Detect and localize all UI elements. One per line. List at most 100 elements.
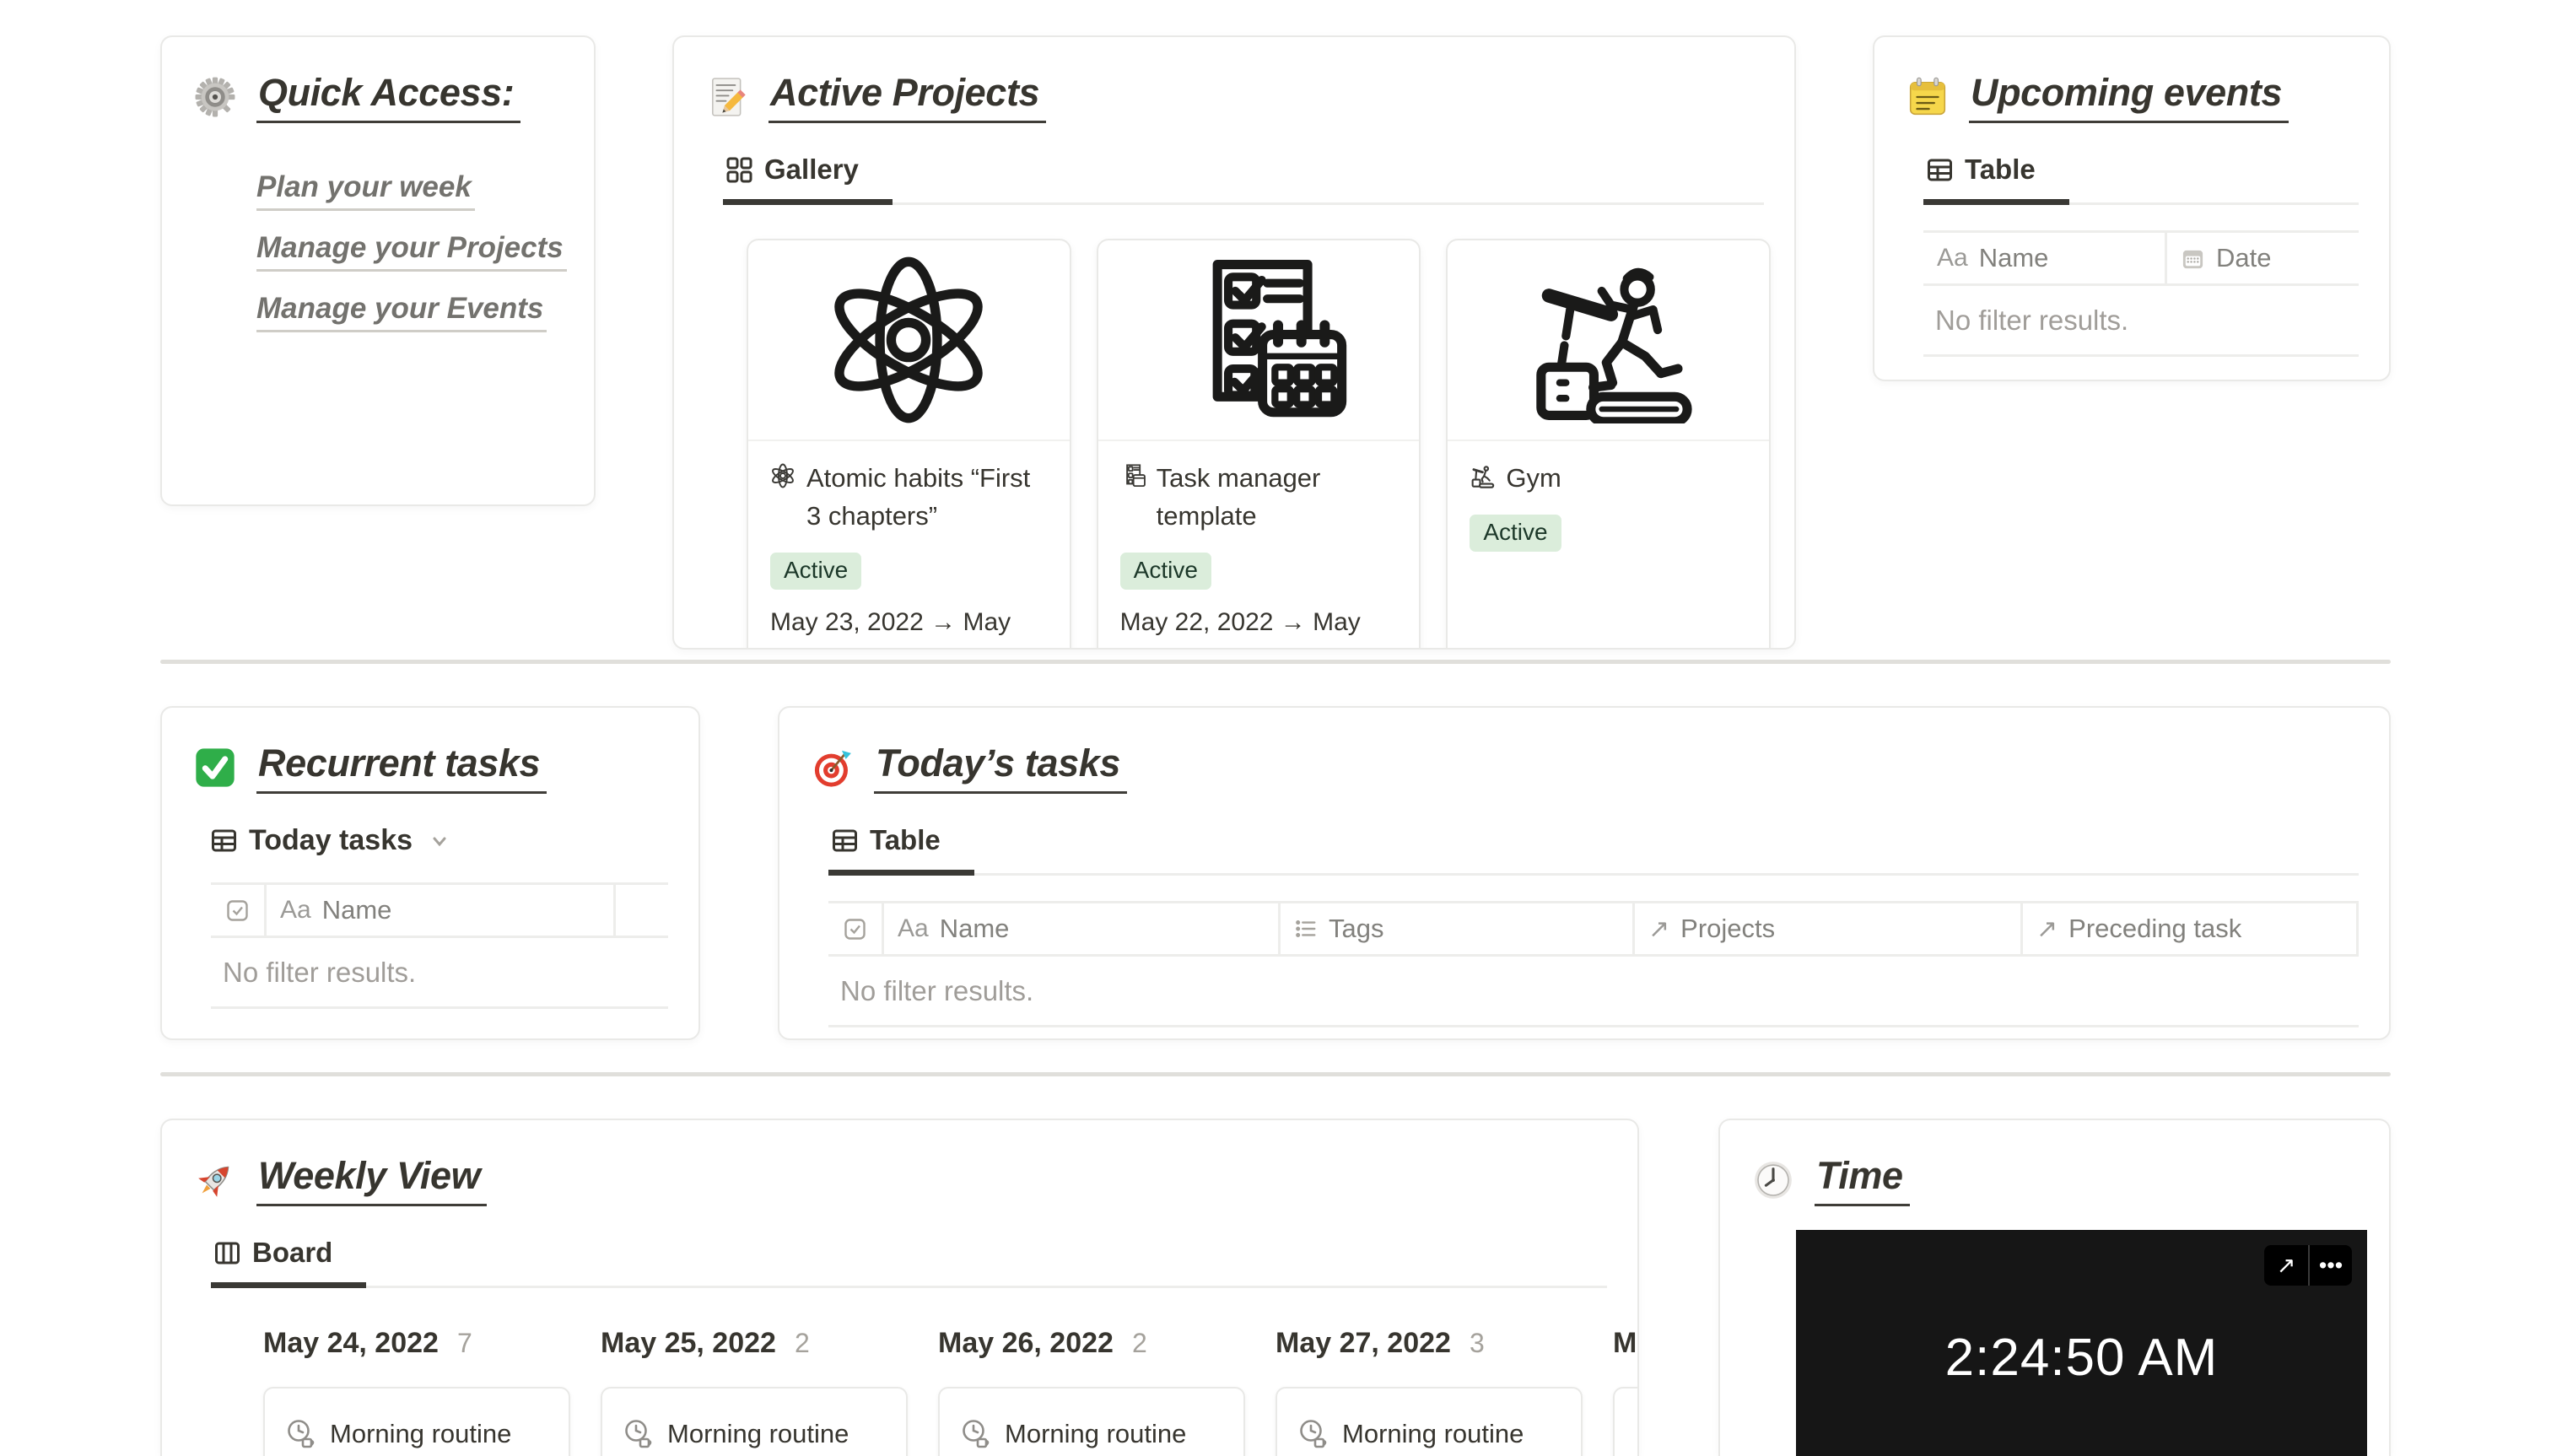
board-task-title: Morning routine bbox=[330, 1419, 512, 1448]
atom-icon bbox=[772, 463, 794, 488]
column-header-label: Date bbox=[2215, 243, 2272, 272]
tab-gallery[interactable]: Gallery bbox=[723, 154, 893, 205]
empty-results-row: No filter results. bbox=[828, 957, 2359, 1027]
quick-access-header: Quick Access: bbox=[162, 37, 594, 123]
recurrent-tasks-title: Recurrent tasks bbox=[256, 741, 547, 794]
board-task-card[interactable]: Morning routine bbox=[263, 1387, 570, 1456]
view-selector-today-tasks[interactable]: Today tasks bbox=[211, 824, 698, 857]
more-options-button[interactable]: ••• bbox=[2308, 1245, 2352, 1286]
tab-table[interactable]: Table bbox=[828, 824, 974, 876]
link-manage-your-events[interactable]: Manage your Events bbox=[256, 292, 547, 332]
text-property-icon: Aa bbox=[898, 914, 929, 942]
board-task-card[interactable]: Morning routine bbox=[1276, 1387, 1583, 1456]
time-title: Time bbox=[1815, 1154, 1910, 1206]
column-header-label: Name bbox=[321, 895, 392, 925]
board-column-header[interactable]: May 24, 2022 7 bbox=[263, 1327, 570, 1360]
task-calendar-icon bbox=[1125, 464, 1146, 488]
active-projects-title: Active Projects bbox=[769, 71, 1047, 123]
tab-table[interactable]: Table bbox=[1923, 154, 2069, 205]
board-column-date: May 25, 2022 bbox=[601, 1327, 776, 1359]
clock-coffee-icon bbox=[288, 1420, 315, 1448]
weekly-view-header: Weekly View bbox=[162, 1120, 1637, 1206]
treadmill-illustration bbox=[1535, 267, 1692, 423]
column-header-name[interactable]: Aa Name bbox=[1923, 233, 2167, 283]
board-column-header[interactable]: May 27, 2022 3 bbox=[1276, 1327, 1583, 1360]
column-header-label: Name bbox=[1978, 243, 2049, 272]
column-header-name[interactable]: Aa Name bbox=[267, 885, 616, 936]
tab-board[interactable]: Board bbox=[211, 1237, 367, 1288]
project-card-title: Task manager template bbox=[1156, 463, 1321, 531]
video-controls: ↗ ••• bbox=[2264, 1245, 2352, 1286]
upcoming-events-section: Upcoming events Table Aa Name Date No fi… bbox=[1873, 35, 2391, 381]
column-header-preceding-task[interactable]: ↗ Preceding task bbox=[2023, 903, 2359, 954]
link-plan-your-week[interactable]: Plan your week bbox=[256, 170, 475, 211]
board-column-header[interactable]: May 26, 2022 2 bbox=[938, 1327, 1245, 1360]
tab-board-label: Board bbox=[252, 1237, 333, 1268]
board-column-count: 3 bbox=[1469, 1328, 1485, 1358]
clock-coffee-icon bbox=[1300, 1420, 1327, 1448]
tab-gallery-label: Gallery bbox=[764, 154, 859, 185]
green-check-icon bbox=[196, 748, 235, 787]
table-header-row: Aa Name bbox=[211, 882, 668, 938]
board-column-header[interactable]: May 25, 2022 2 bbox=[601, 1327, 908, 1360]
weekly-view-section: Weekly View Board May 24, 2022 7 Morning… bbox=[160, 1119, 1639, 1456]
link-manage-your-projects[interactable]: Manage your Projects bbox=[256, 231, 567, 272]
todays-tasks-title: Today’s tasks bbox=[874, 741, 1127, 794]
clock-coffee-icon bbox=[963, 1420, 990, 1448]
project-card-title-row: Task manager template bbox=[1120, 460, 1398, 536]
recurrent-tasks-table: Aa Name No filter results. COUNT 0 bbox=[211, 882, 668, 1038]
board-task-card[interactable]: Morning routine bbox=[601, 1387, 908, 1456]
status-badge: Active bbox=[770, 552, 862, 590]
column-header-add[interactable] bbox=[616, 885, 668, 936]
project-card-dates: May 23, 2022 → May 26, 2022 bbox=[770, 607, 1011, 648]
todays-tasks-section: Today’s tasks Table Aa Name Tags ↗ Proje… bbox=[778, 706, 2391, 1040]
board-column-header[interactable]: May 28, 2022 bbox=[1613, 1327, 1637, 1360]
middle-row: Recurrent tasks Today tasks Aa Name No f… bbox=[160, 706, 2391, 1040]
column-header-checkbox[interactable] bbox=[211, 885, 267, 936]
column-header-projects[interactable]: ↗ Projects bbox=[1635, 903, 2023, 954]
upcoming-events-header: Upcoming events bbox=[1874, 37, 2389, 123]
active-projects-section: Active Projects Gallery Atomic habits “F… bbox=[672, 35, 1796, 650]
clock-icon bbox=[1755, 1162, 1792, 1199]
board-task-card[interactable]: Morning routine bbox=[1613, 1387, 1637, 1456]
atom-illustration bbox=[834, 256, 984, 423]
column-header-label: Preceding task bbox=[2068, 914, 2242, 943]
column-header-checkbox[interactable] bbox=[828, 903, 884, 954]
todays-tasks-table: Aa Name Tags ↗ Projects ↗ Preceding task… bbox=[828, 901, 2359, 1038]
clock-time-display: 2:24:50 AM bbox=[1944, 1329, 2219, 1387]
gallery-grid-icon bbox=[726, 157, 752, 182]
clock-coffee-icon bbox=[625, 1420, 652, 1448]
view-selector-label: Today tasks bbox=[249, 824, 413, 856]
table-footer[interactable]: COUNT 0 bbox=[211, 1033, 616, 1038]
empty-results-row: No filter results. bbox=[1923, 286, 2359, 357]
relation-property-icon: ↗ bbox=[2036, 914, 2058, 943]
clock-video-embed[interactable]: ↗ ••• 2:24:50 AM bbox=[1796, 1230, 2367, 1456]
project-card-gym[interactable]: Gym Active bbox=[1446, 239, 1772, 648]
tags-property-icon bbox=[1296, 920, 1316, 937]
todays-tasks-tabbar: Table bbox=[828, 824, 2359, 876]
recurrent-tasks-section: Recurrent tasks Today tasks Aa Name No f… bbox=[160, 706, 700, 1040]
active-projects-tabbar: Gallery bbox=[723, 154, 1764, 205]
board-column-date: May 27, 2022 bbox=[1276, 1327, 1451, 1359]
gallery-grid: Atomic habits “First 3 chapters” Active … bbox=[747, 239, 1772, 648]
checkbox-icon bbox=[844, 918, 866, 940]
project-card-body: Gym Active bbox=[1448, 441, 1769, 574]
dart-target-icon bbox=[814, 750, 851, 787]
count-value: 0 bbox=[597, 1033, 616, 1038]
open-in-new-button[interactable]: ↗ bbox=[2264, 1245, 2308, 1286]
project-card-title: Atomic habits “First 3 chapters” bbox=[806, 463, 1031, 531]
upcoming-events-title: Upcoming events bbox=[1969, 71, 2289, 123]
column-header-date[interactable]: Date bbox=[2167, 233, 2359, 283]
board-column-date: May 24, 2022 bbox=[263, 1327, 439, 1359]
column-header-tags[interactable]: Tags bbox=[1281, 903, 1635, 954]
project-card-task-manager[interactable]: Task manager template Active May 22, 202… bbox=[1096, 239, 1421, 648]
board-task-card[interactable]: Morning routine bbox=[938, 1387, 1245, 1456]
time-header: Time bbox=[1720, 1120, 2389, 1206]
project-card-cover bbox=[1448, 240, 1770, 441]
board-column-count: 2 bbox=[794, 1328, 810, 1358]
project-card-cover bbox=[1098, 240, 1420, 441]
date-property-icon bbox=[2182, 250, 2203, 268]
column-header-name[interactable]: Aa Name bbox=[884, 903, 1281, 954]
project-card-atomic-habits[interactable]: Atomic habits “First 3 chapters” Active … bbox=[747, 239, 1071, 648]
project-card-title-row: Gym bbox=[1470, 460, 1747, 498]
